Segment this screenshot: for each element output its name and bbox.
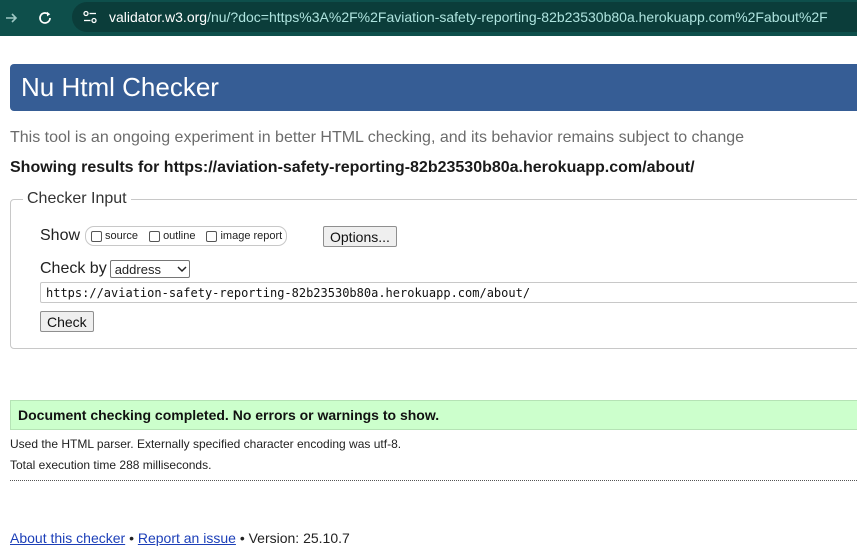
report-issue-link[interactable]: Report an issue (138, 530, 236, 546)
page-title: Nu Html Checker (21, 72, 219, 102)
address-bar[interactable]: validator.w3.org/nu/?doc=https%3A%2F%2Fa… (72, 2, 857, 32)
options-button[interactable]: Options... (323, 226, 397, 247)
source-checkbox[interactable] (91, 230, 103, 242)
outline-option-label: outline (163, 230, 196, 242)
checker-input-legend: Checker Input (23, 190, 131, 208)
browser-toolbar: validator.w3.org/nu/?doc=https%3A%2F%2Fa… (0, 0, 857, 36)
site-settings-icon[interactable] (82, 9, 98, 25)
chevron-down-icon (177, 266, 187, 273)
footer-divider (10, 480, 857, 481)
source-option-label: source (105, 230, 139, 242)
footer-separator-2: • (239, 530, 245, 546)
parser-info: Used the HTML parser. Externally specifi… (10, 437, 402, 451)
document-url-input[interactable]: https://aviation-safety-reporting-82b235… (40, 282, 857, 303)
check-by-value: address (114, 261, 161, 277)
outline-option[interactable]: outline (146, 230, 195, 242)
check-by-select[interactable]: address (109, 260, 190, 278)
reload-button[interactable] (34, 7, 56, 29)
about-checker-link[interactable]: About this checker (10, 530, 125, 546)
forward-button[interactable] (0, 7, 22, 29)
tagline: This tool is an ongoing experiment in be… (10, 129, 745, 146)
url-text[interactable]: validator.w3.org/nu/?doc=https%3A%2F%2Fa… (109, 9, 828, 25)
check-button[interactable]: Check (40, 311, 94, 332)
check-by-label: Check by (40, 260, 107, 277)
page-header: Nu Html Checker (10, 64, 857, 111)
url-host: validator.w3.org (109, 9, 208, 25)
arrow-right-icon (6, 13, 18, 23)
image-report-checkbox[interactable] (206, 230, 218, 242)
results-heading: Showing results for https://aviation-saf… (10, 159, 695, 176)
footer: About this checker • Report an issue • V… (10, 530, 350, 546)
toolbar-divider (0, 36, 857, 40)
version-text: Version: 25.10.7 (248, 530, 350, 546)
image-report-option-label: image report (220, 230, 283, 242)
show-label: Show (40, 227, 81, 244)
check-by-row: Check by address (40, 260, 190, 278)
reload-icon (39, 11, 51, 24)
execution-time: Total execution time 288 milliseconds. (10, 458, 212, 472)
outline-checkbox[interactable] (149, 230, 161, 242)
url-path: /nu/?doc=https%3A%2F%2Faviation-safety-r… (207, 9, 828, 25)
success-message: Document checking completed. No errors o… (10, 400, 857, 430)
show-options-group: source outline image report (85, 226, 288, 246)
footer-separator-1: • (129, 530, 134, 546)
show-options-row: Show source outline image report (40, 226, 288, 246)
image-report-option[interactable]: image report (203, 230, 282, 242)
source-option[interactable]: source (88, 230, 138, 242)
